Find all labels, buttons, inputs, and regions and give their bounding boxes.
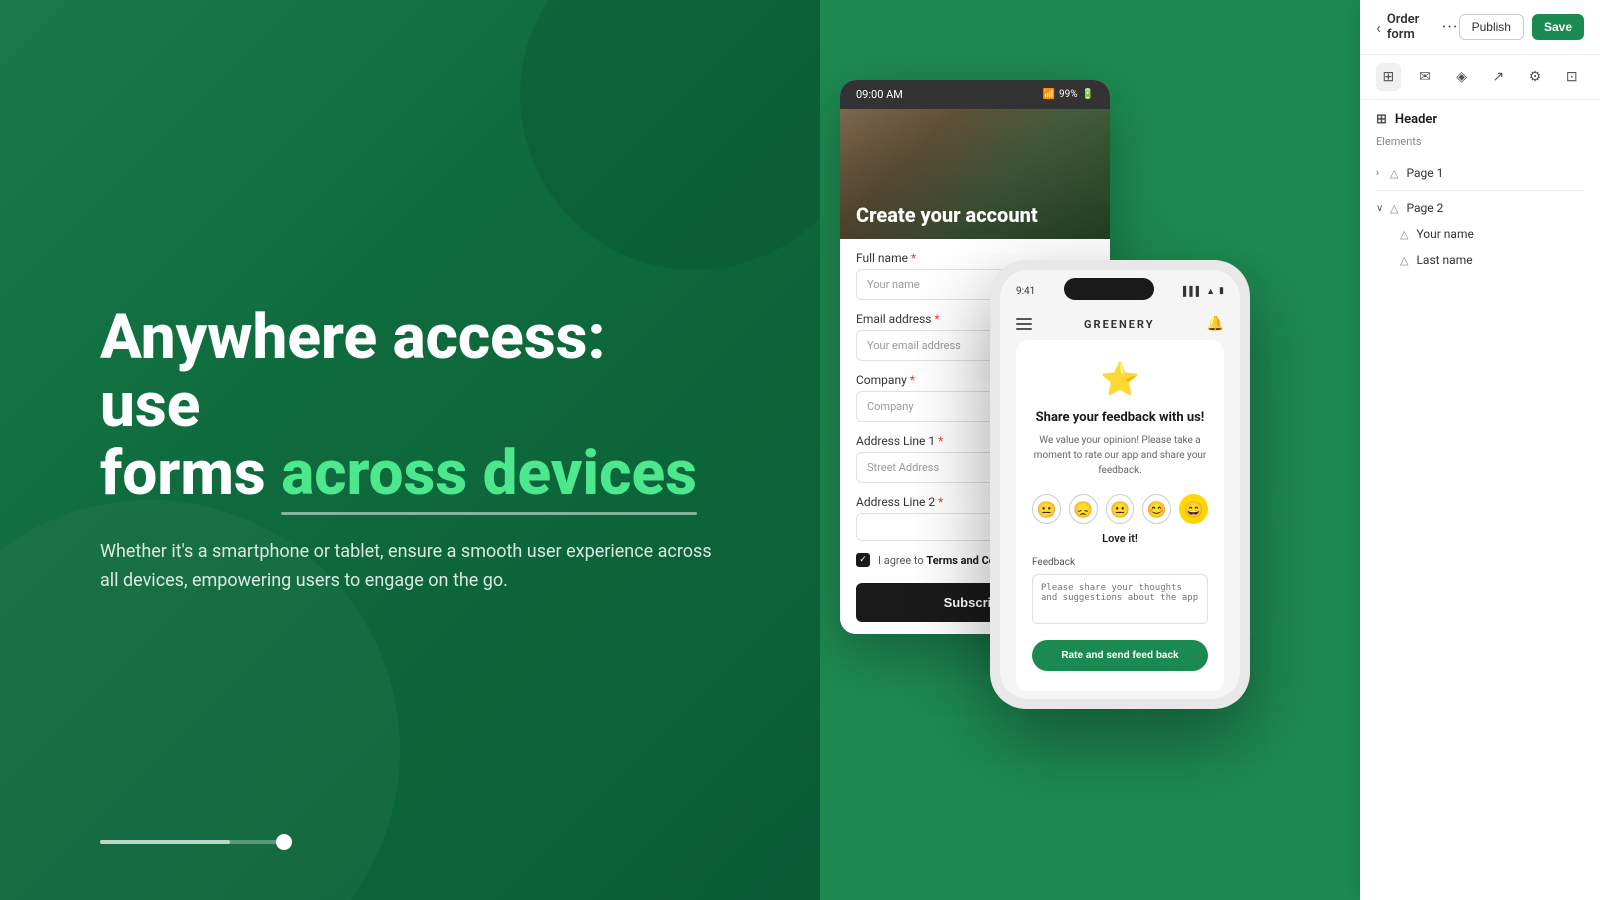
tablet-hero-image: Create your account <box>840 109 1110 239</box>
tree-item-page2[interactable]: ∨ △ Page 2 ⎘ ⋮ <box>1376 195 1584 221</box>
required-marker: * <box>911 251 916 265</box>
page1-label: Page 1 <box>1406 166 1560 180</box>
feedback-description: We value your opinion! Please take a mom… <box>1032 433 1208 478</box>
phone-mockup: 9:41 ▌▌▌ ▲ ▮ GREENERY 🔔 <box>990 260 1250 709</box>
tree-item-lastname[interactable]: △ Last name <box>1376 247 1584 273</box>
gear-icon[interactable]: ⚙ <box>1523 63 1548 91</box>
copy-icon[interactable]: ⎘ <box>1560 166 1569 180</box>
bell-icon[interactable]: 🔔 <box>1207 316 1224 332</box>
page-icon: △ <box>1390 167 1398 180</box>
progress-bar[interactable] <box>100 834 292 850</box>
right-panel: 09:00 AM 📶 99% 🔋 Create your account Ful… <box>820 0 1600 900</box>
terms-checkbox[interactable] <box>856 553 870 567</box>
feedback-section: Feedback <box>1032 557 1208 628</box>
battery-icon: ▮ <box>1219 286 1224 297</box>
star-icon: ⭐ <box>1032 360 1208 398</box>
emoji-very-bad[interactable]: 😐 <box>1032 494 1061 524</box>
right-sidebar: ‹ Order form ··· Publish Save ⊞ ✉ ◈ ↗ ⚙ … <box>1360 0 1600 900</box>
phone-top-bar: GREENERY 🔔 <box>1000 308 1240 340</box>
required-marker: * <box>938 495 943 509</box>
publish-button[interactable]: Publish <box>1459 14 1524 40</box>
emoji-bad[interactable]: 😞 <box>1069 494 1098 524</box>
hero-description: Whether it's a smartphone or tablet, ens… <box>100 537 720 596</box>
page2-label: Page 2 <box>1406 201 1560 215</box>
page-icon: △ <box>1390 202 1398 215</box>
hero-title: Anywhere access: use forms across device… <box>100 304 720 509</box>
progress-track <box>100 840 280 844</box>
tablet-status-bar: 09:00 AM 📶 99% 🔋 <box>840 80 1110 109</box>
phone-status-icons: ▌▌▌ ▲ ▮ <box>1183 286 1224 297</box>
more-icon[interactable]: ⋮ <box>1573 166 1584 180</box>
yourname-label: Your name <box>1416 227 1584 241</box>
sidebar-icon-row: ⊞ ✉ ◈ ↗ ⚙ ⊡ <box>1360 55 1600 100</box>
sidebar-header: ⊞ Header <box>1360 100 1600 135</box>
phone-notch <box>1064 278 1154 300</box>
tablet-hero-title: Create your account <box>856 203 1038 227</box>
lastname-label: Last name <box>1416 253 1584 267</box>
copy-icon[interactable]: ⎘ <box>1560 201 1569 215</box>
chevron-down-icon: ∨ <box>1376 203 1390 214</box>
hamburger-icon[interactable] <box>1016 318 1032 330</box>
phone-inner: 9:41 ▌▌▌ ▲ ▮ GREENERY 🔔 <box>1000 270 1240 699</box>
sidebar-title: Order form <box>1387 12 1436 42</box>
wifi-icon: ▲ <box>1206 286 1215 297</box>
sidebar-topbar: ‹ Order form ··· Publish Save <box>1360 0 1600 55</box>
left-panel: Anywhere access: use forms across device… <box>0 0 820 900</box>
sidebar-actions: Publish Save <box>1459 14 1584 40</box>
progress-dot <box>276 834 292 850</box>
feedback-title: Share your feedback with us! <box>1032 410 1208 425</box>
elements-section: Elements › △ Page 1 ⎘ ⋮ ∨ △ Page 2 <box>1360 135 1600 273</box>
hero-highlight: across devices <box>281 440 697 508</box>
required-marker: * <box>938 434 943 448</box>
pin-icon[interactable]: ◈ <box>1449 63 1474 91</box>
rate-button[interactable]: Rate and send feed back <box>1032 640 1208 671</box>
tablet-time: 09:00 AM <box>856 88 903 101</box>
divider <box>1376 190 1584 191</box>
more-options-icon[interactable]: ··· <box>1442 17 1459 38</box>
phone-time: 9:41 <box>1016 286 1035 297</box>
phone-content: ⭐ Share your feedback with us! We value … <box>1016 340 1224 691</box>
header-icon: ⊞ <box>1376 112 1387 127</box>
love-label: Love it! <box>1032 532 1208 545</box>
phone-content-wrapper: ⭐ Share your feedback with us! We value … <box>1000 340 1240 699</box>
field-icon: △ <box>1400 228 1408 241</box>
emoji-row: 😐 😞 😐 😊 😄 <box>1032 494 1208 524</box>
chevron-right-icon: › <box>1376 168 1390 179</box>
grid-icon[interactable]: ⊞ <box>1376 63 1401 91</box>
cursor-icon[interactable]: ↗ <box>1486 63 1511 91</box>
emoji-good[interactable]: 😊 <box>1142 494 1171 524</box>
phone-brand: GREENERY <box>1084 318 1154 331</box>
signal-icon: ▌▌▌ <box>1183 286 1202 297</box>
more-icon[interactable]: ⋮ <box>1573 201 1584 215</box>
required-marker: * <box>910 373 915 387</box>
feedback-textarea[interactable] <box>1032 574 1208 624</box>
phone-status-bar: 9:41 ▌▌▌ ▲ ▮ <box>1000 270 1240 308</box>
feedback-label: Feedback <box>1032 557 1208 568</box>
required-marker: * <box>934 312 939 326</box>
layers-icon[interactable]: ⊡ <box>1559 63 1584 91</box>
progress-fill <box>100 840 230 844</box>
emoji-neutral[interactable]: 😐 <box>1106 494 1135 524</box>
battery-icon: 🔋 <box>1082 89 1094 100</box>
chevron-left-icon: ‹ <box>1376 18 1381 37</box>
mail-icon[interactable]: ✉ <box>1413 63 1438 91</box>
tree-item-page1[interactable]: › △ Page 1 ⎘ ⋮ <box>1376 160 1584 186</box>
field-icon: △ <box>1400 254 1408 267</box>
tablet-status-icons: 📶 99% 🔋 <box>1043 89 1094 100</box>
wifi-icon: 📶 <box>1043 89 1055 100</box>
elements-label: Elements <box>1376 135 1584 148</box>
save-button[interactable]: Save <box>1532 14 1584 40</box>
emoji-love[interactable]: 😄 <box>1179 494 1208 524</box>
sidebar-back-button[interactable]: ‹ Order form ··· <box>1376 12 1459 42</box>
tree-item-yourname[interactable]: △ Your name <box>1376 221 1584 247</box>
